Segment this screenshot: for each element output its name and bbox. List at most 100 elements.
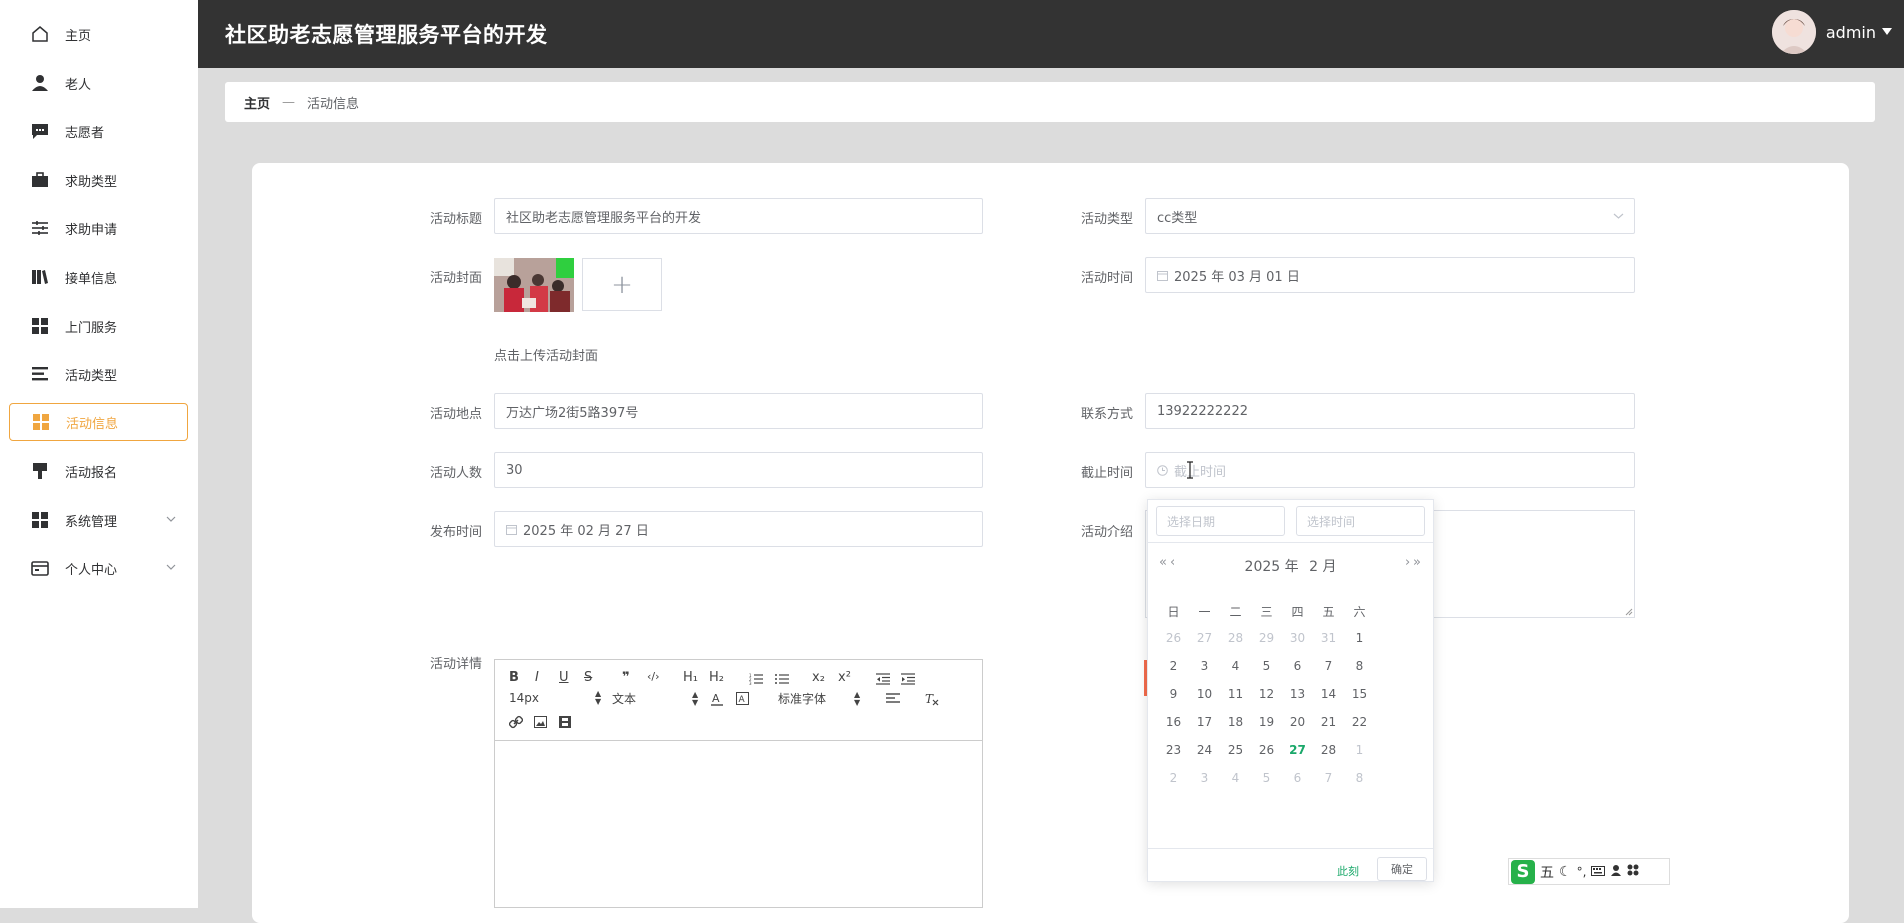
- top-header: 社区助老志愿管理服务平台的开发 admin: [198, 0, 1904, 68]
- align-icon[interactable]: [886, 693, 900, 705]
- font-family-select[interactable]: 标准字体 ▲ ▼: [778, 690, 860, 707]
- breadcrumb-home[interactable]: 主页: [244, 93, 270, 112]
- publish-time-input[interactable]: 2025 年 02 月 27 日: [494, 511, 983, 547]
- now-button[interactable]: 此刻: [1337, 863, 1359, 879]
- picker-month[interactable]: 2 月: [1309, 559, 1336, 575]
- sidebar-item-elderly[interactable]: 老人: [9, 65, 188, 101]
- link-icon[interactable]: [509, 715, 523, 729]
- chevron-down-icon: [1613, 212, 1624, 220]
- picker-year[interactable]: 2025 年: [1245, 559, 1299, 575]
- resize-handle-icon: [1625, 608, 1633, 616]
- plus-icon: +: [611, 269, 633, 300]
- label-detail: 活动详情: [430, 657, 483, 672]
- sidebar-item-label: 个人中心: [65, 562, 118, 578]
- picker-footer: 此刻 确定: [1148, 848, 1433, 883]
- people-input[interactable]: 30: [494, 452, 983, 488]
- clear-format-icon[interactable]: T: [925, 692, 939, 706]
- sidebar-item-activity-type[interactable]: 活动类型: [9, 356, 188, 392]
- subscript-button[interactable]: x₂: [812, 670, 825, 685]
- next-year-icon[interactable]: »: [1413, 555, 1421, 570]
- deadline-input[interactable]: 截止时间: [1145, 452, 1635, 488]
- ordered-list-icon[interactable]: 123: [749, 673, 763, 685]
- contact-value: 13922222222: [1157, 403, 1248, 419]
- type-value: cc类型: [1157, 210, 1198, 226]
- calendar-icon: [506, 524, 517, 535]
- upload-add-button[interactable]: +: [582, 258, 662, 311]
- outdent-icon[interactable]: [876, 673, 890, 685]
- sidebar-item-home[interactable]: 主页: [9, 16, 188, 52]
- moon-icon[interactable]: ☾: [1559, 864, 1572, 880]
- activity-time-input[interactable]: 2025 年 03 月 01 日: [1145, 257, 1635, 293]
- quote-button[interactable]: ❞: [622, 670, 630, 685]
- sidebar-item-system[interactable]: 系统管理: [9, 502, 188, 538]
- sidebar-item-activity-signup[interactable]: 活动报名: [9, 453, 188, 489]
- calendar-day[interactable]: 15: [1341, 687, 1378, 701]
- sidebar-item-volunteer[interactable]: 志愿者: [9, 113, 188, 149]
- keyboard-icon[interactable]: [1591, 864, 1606, 880]
- image-icon[interactable]: [534, 716, 547, 728]
- underline-button[interactable]: U: [559, 670, 569, 685]
- font-size-select[interactable]: 14px ▲ ▼: [509, 690, 601, 706]
- apps-icon[interactable]: [1627, 864, 1639, 880]
- user-menu[interactable]: admin: [1771, 10, 1892, 54]
- user-icon: [29, 72, 51, 94]
- block-format-select[interactable]: 文本 ▲ ▼: [612, 690, 698, 707]
- calendar-day[interactable]: 1: [1341, 631, 1378, 645]
- upload-hint: 点击上传活动封面: [494, 349, 599, 364]
- clock-icon: [1157, 464, 1168, 476]
- title-input[interactable]: 社区助老志愿管理服务平台的开发: [494, 198, 983, 234]
- contact-input[interactable]: 13922222222: [1145, 393, 1635, 429]
- strike-button[interactable]: S: [584, 670, 592, 685]
- calendar-day[interactable]: 22: [1341, 715, 1378, 729]
- picker-time-input[interactable]: 选择时间: [1296, 506, 1425, 536]
- sidebar-item-help-type[interactable]: 求助类型: [9, 162, 188, 198]
- label-people: 活动人数: [430, 466, 483, 481]
- calendar-day-other-month[interactable]: 8: [1341, 771, 1378, 785]
- background-color-icon[interactable]: A: [736, 692, 749, 705]
- breadcrumb-separator: —: [282, 94, 296, 110]
- video-icon[interactable]: [559, 716, 571, 728]
- sidebar-item-orders[interactable]: 接单信息: [9, 259, 188, 295]
- sogou-logo-icon[interactable]: S: [1511, 859, 1535, 884]
- h1-button[interactable]: H₁: [683, 670, 698, 685]
- label-location: 活动地点: [430, 407, 483, 422]
- cover-image[interactable]: [494, 258, 574, 312]
- grid-icon: [29, 315, 51, 337]
- type-select[interactable]: cc类型: [1145, 198, 1635, 234]
- label-publish: 发布时间: [430, 525, 483, 540]
- location-value: 万达广场2街5路397号: [506, 405, 639, 421]
- font-color-icon[interactable]: A: [711, 692, 723, 706]
- location-input[interactable]: 万达广场2街5路397号: [494, 393, 983, 429]
- chevron-down-icon: [166, 561, 176, 576]
- sidebar-item-activity-info[interactable]: 活动信息: [9, 403, 188, 441]
- ime-toolbar: S 五 ☾ °,: [1508, 858, 1670, 885]
- h2-button[interactable]: H₂: [709, 670, 724, 685]
- breadcrumb-current: 活动信息: [307, 96, 360, 112]
- superscript-button[interactable]: x²: [838, 670, 851, 685]
- publish-value: 2025 年 02 月 27 日: [523, 523, 649, 539]
- sidebar-item-personal[interactable]: 个人中心: [9, 550, 188, 586]
- grid-icon: [29, 509, 51, 531]
- grid-icon: [30, 411, 52, 433]
- punctuation-icon[interactable]: °,: [1577, 865, 1587, 879]
- calendar-day-other-month[interactable]: 1: [1341, 743, 1378, 757]
- app-title: 社区助老志愿管理服务平台的开发: [225, 23, 548, 47]
- label-time: 活动时间: [1081, 271, 1134, 286]
- user-icon[interactable]: [1610, 864, 1622, 880]
- code-button[interactable]: ‹/›: [647, 670, 660, 683]
- select-arrows-icon: ▲ ▼: [595, 689, 602, 706]
- bold-button[interactable]: B: [509, 670, 519, 685]
- ime-mode[interactable]: 五: [1540, 862, 1554, 882]
- bullet-list-icon[interactable]: [775, 673, 789, 685]
- svg-text:A: A: [739, 695, 746, 705]
- label-cover: 活动封面: [430, 271, 483, 286]
- italic-button[interactable]: I: [535, 670, 539, 685]
- sidebar-item-help-request[interactable]: 求助申请: [9, 210, 188, 246]
- next-month-icon[interactable]: ›: [1405, 555, 1410, 570]
- picker-date-input[interactable]: 选择日期: [1156, 506, 1285, 536]
- indent-icon[interactable]: [901, 673, 915, 685]
- sidebar-item-label: 活动报名: [65, 465, 118, 481]
- confirm-button[interactable]: 确定: [1377, 857, 1427, 881]
- sidebar-item-home-service[interactable]: 上门服务: [9, 308, 188, 344]
- calendar-day[interactable]: 8: [1341, 659, 1378, 673]
